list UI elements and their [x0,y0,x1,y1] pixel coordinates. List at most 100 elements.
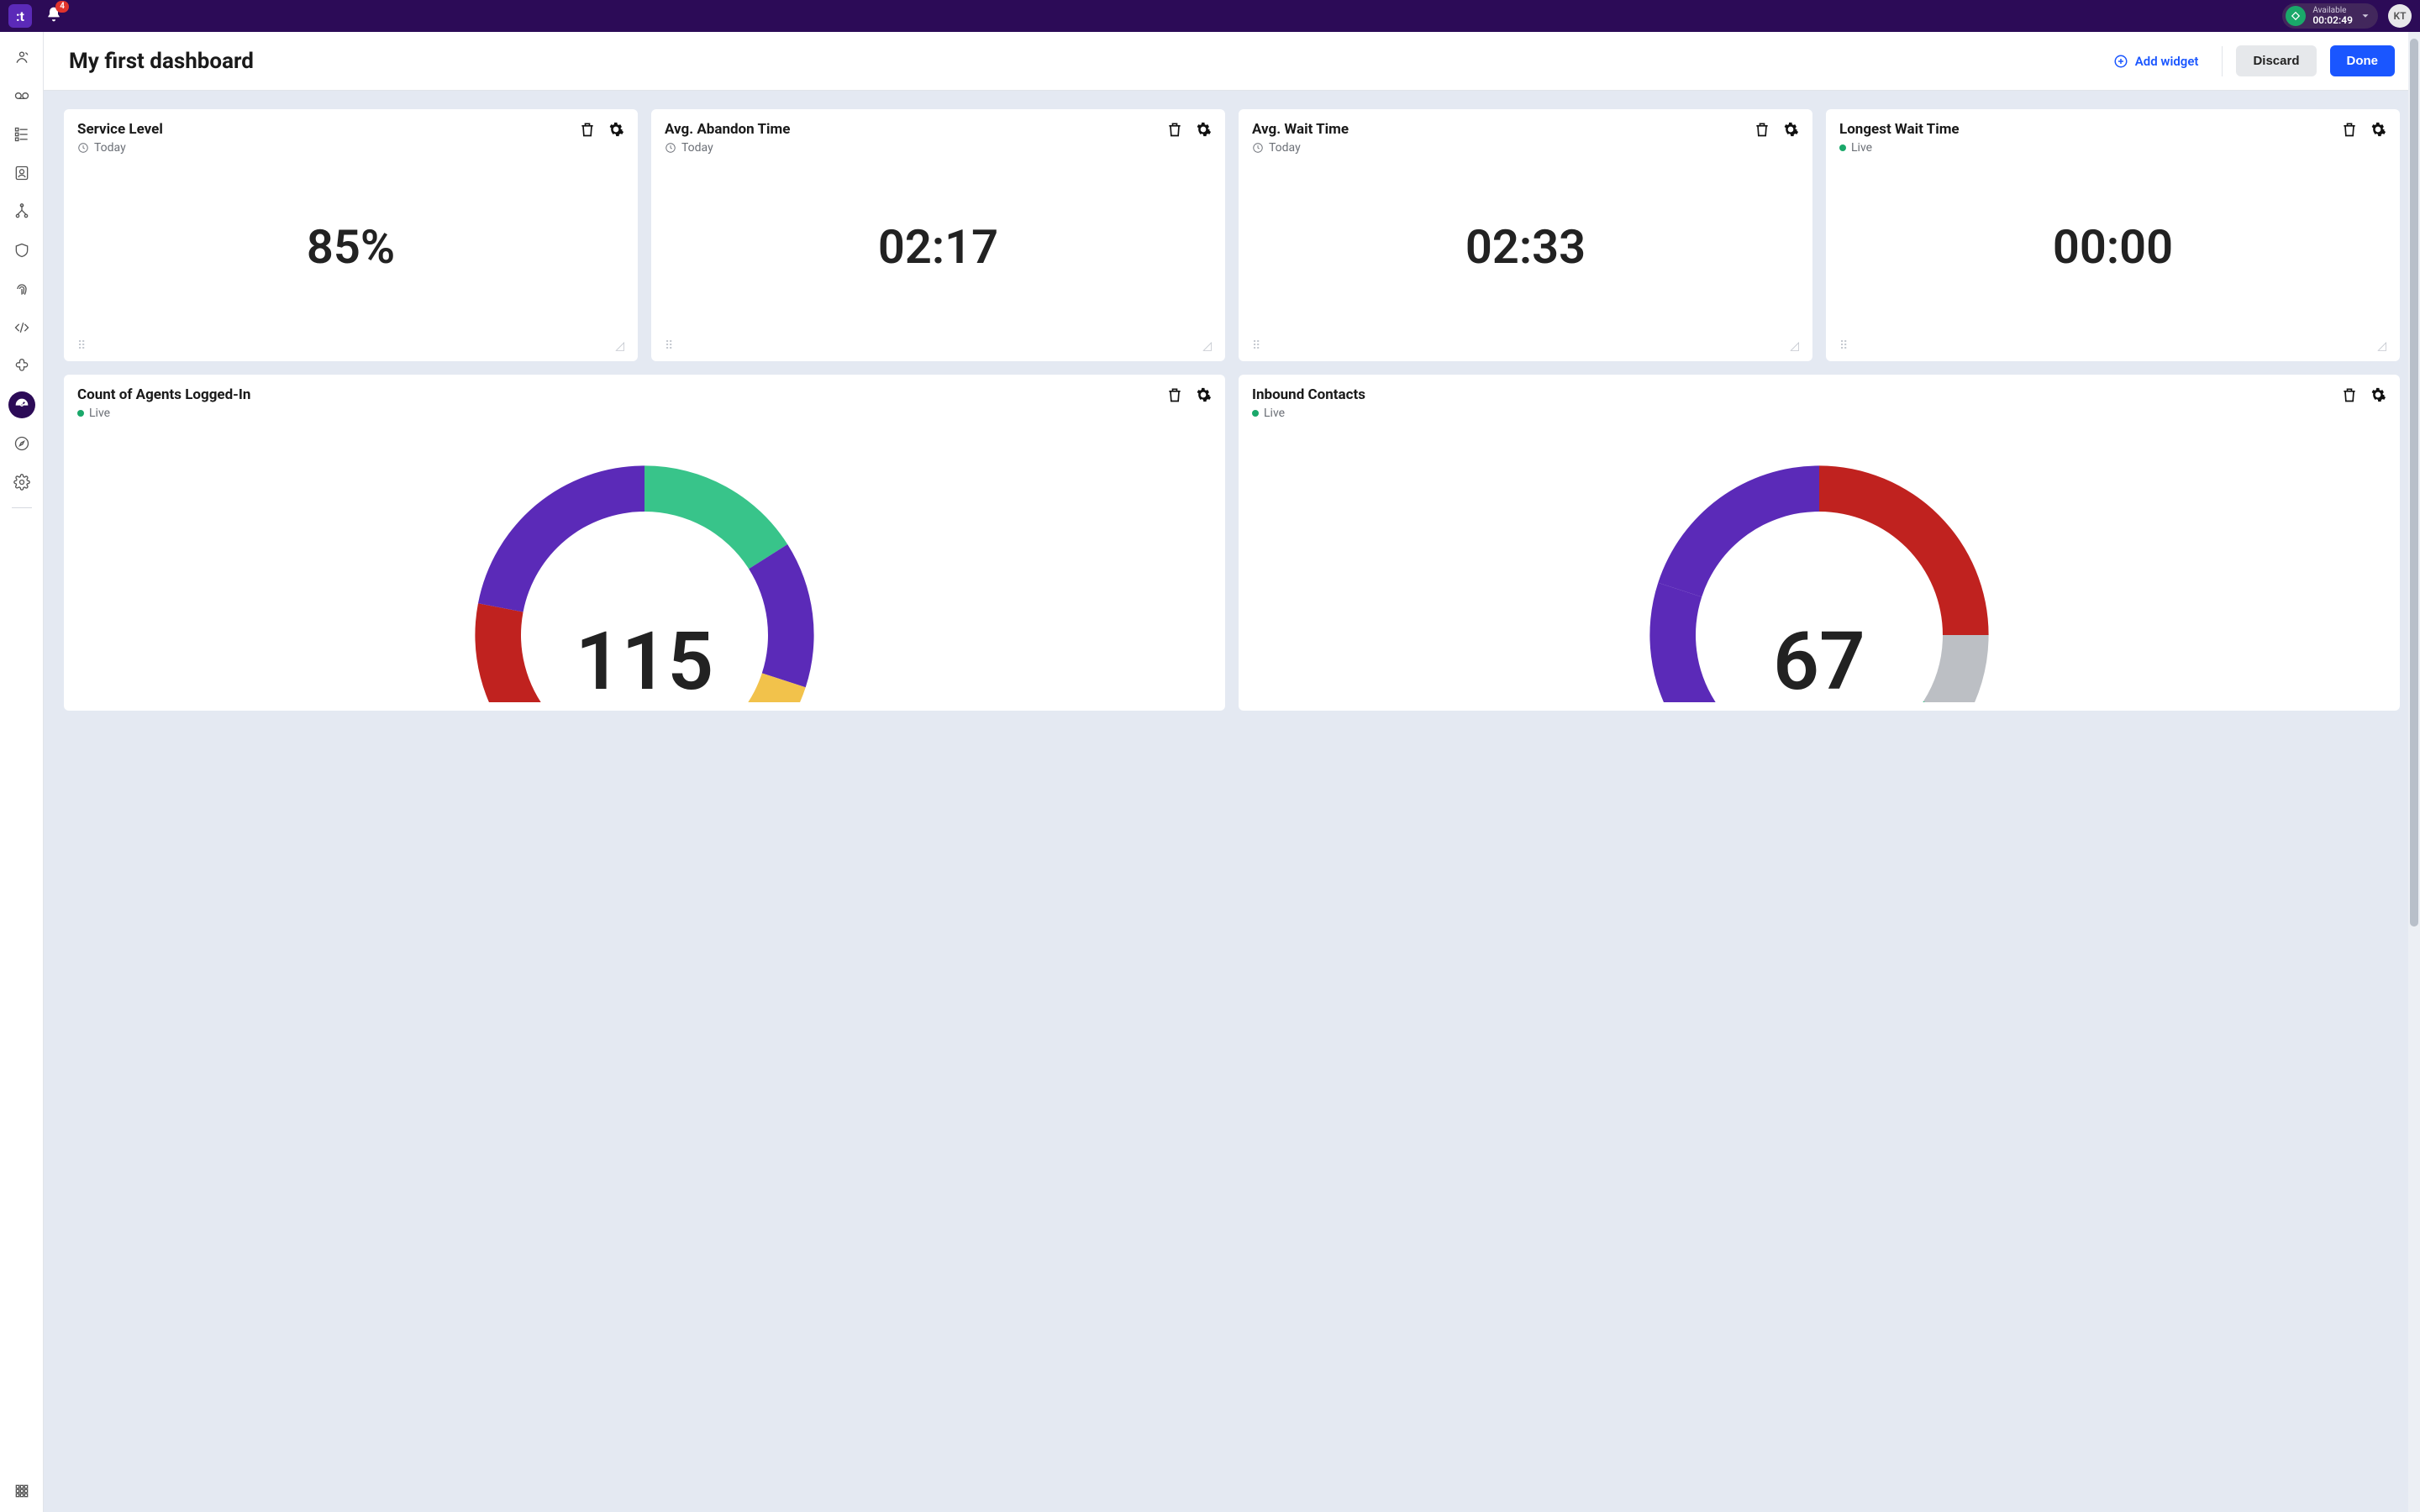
widget-title: Avg. Wait Time [1252,121,1754,138]
clock-icon [77,142,89,154]
sidenav [0,32,44,1512]
widget-period: Today [681,141,713,155]
trash-icon [1166,121,1183,138]
agent-status-dropdown[interactable]: Available 00:02:49 [2282,3,2378,29]
trash-icon [2341,386,2358,403]
add-widget-label: Add widget [2135,54,2199,69]
nav-agent-icon[interactable] [8,44,35,71]
nav-compass-icon[interactable] [8,430,35,457]
resize-handle-icon[interactable]: ◿ [1202,339,1212,353]
widget-period: Today [94,141,126,155]
nav-integration-icon[interactable] [8,353,35,380]
nav-code-icon[interactable] [8,314,35,341]
widget-settings-button[interactable] [608,121,624,138]
divider [2222,46,2223,76]
nav-fingerprint-icon[interactable] [8,276,35,302]
nav-shield-icon[interactable] [8,237,35,264]
nav-flow-icon[interactable] [8,121,35,148]
donut-segment [478,465,644,612]
widget-metric-value: 85% [77,155,624,339]
widget-avg-wait-time: Avg. Wait Time Today [1239,109,1812,361]
widget-title: Longest Wait Time [1839,121,2341,138]
nav-voicemail-icon[interactable] [8,82,35,109]
drag-handle-icon[interactable]: ⠿ [1839,339,1848,353]
nav-settings-icon[interactable] [8,469,35,496]
donut-segment [1923,635,1988,702]
widget-title: Inbound Contacts [1252,386,2341,403]
done-button[interactable]: Done [2330,45,2396,76]
widget-longest-wait-time: Longest Wait Time Live [1826,109,2400,361]
clock-icon [665,142,676,154]
widget-settings-button[interactable] [2370,121,2386,138]
gear-icon [2370,386,2386,403]
trash-icon [1754,121,1770,138]
notification-count-badge: 4 [55,1,69,13]
widget-settings-button[interactable] [1195,121,1212,138]
widget-period: Live [1851,141,1872,155]
widget-metric-value: 02:17 [665,155,1212,339]
drag-handle-icon[interactable]: ⠿ [77,339,86,353]
notifications-button[interactable]: 4 [45,6,62,26]
drag-handle-icon[interactable]: ⠿ [665,339,673,353]
live-dot-icon [1252,410,1259,417]
widget-delete-button[interactable] [2341,121,2358,138]
widget-title: Avg. Abandon Time [665,121,1166,138]
widget-delete-button[interactable] [579,121,596,138]
gear-icon [2370,121,2386,138]
page-header: My first dashboard Add widget Discard Do… [44,32,2420,91]
gear-icon [1195,386,1212,403]
resize-handle-icon[interactable]: ◿ [1790,339,1799,353]
widget-delete-button[interactable] [1166,386,1183,403]
widget-settings-button[interactable] [2370,386,2386,403]
live-dot-icon [1839,144,1846,151]
app-logo[interactable]: :t [8,4,32,28]
gear-icon [608,121,624,138]
widget-metric-value: 02:33 [1252,155,1799,339]
nav-contact-icon[interactable] [8,160,35,186]
widget-inbound-contacts: Inbound Contacts Live [1239,375,2400,711]
nav-apps-icon[interactable] [8,1485,35,1512]
widget-title: Service Level [77,121,579,138]
widget-avg-abandon-time: Avg. Abandon Time Today [651,109,1225,361]
plus-circle-icon [2113,54,2128,69]
discard-button[interactable]: Discard [2236,45,2316,76]
resize-handle-icon[interactable]: ◿ [2377,339,2386,353]
add-widget-button[interactable]: Add widget [2103,47,2209,76]
chevron-down-icon [2360,10,2371,22]
trash-icon [1166,386,1183,403]
widget-delete-button[interactable] [2341,386,2358,403]
gear-icon [1782,121,1799,138]
widget-title: Count of Agents Logged-In [77,386,1166,403]
clock-icon [1252,142,1264,154]
drag-handle-icon[interactable]: ⠿ [1252,339,1260,353]
widget-settings-button[interactable] [1782,121,1799,138]
avatar[interactable]: KT [2388,4,2412,28]
status-timer: 00:02:49 [2312,15,2353,26]
topbar: :t 4 Available 00:02:49 KT [0,0,2420,32]
gear-icon [1195,121,1212,138]
widget-service-level: Service Level Today [64,109,638,361]
scrollbar-vertical[interactable] [2408,32,2420,1512]
widget-delete-button[interactable] [1754,121,1770,138]
trash-icon [2341,121,2358,138]
live-dot-icon [77,410,84,417]
donut-segment [644,465,787,569]
page-title: My first dashboard [69,49,254,74]
donut-segment [749,544,813,687]
widget-metric-value: 00:00 [1839,155,2386,339]
widget-settings-button[interactable] [1195,386,1212,403]
donut-segment [1658,465,1819,596]
nav-routes-icon[interactable] [8,198,35,225]
widget-delete-button[interactable] [1166,121,1183,138]
scrollbar-thumb[interactable] [2410,39,2418,927]
donut-segment [1819,465,1989,635]
status-text: Available 00:02:49 [2312,6,2353,26]
widget-agents-logged-in: Count of Agents Logged-In Live [64,375,1225,711]
donut-center-value: 67 [1773,622,1865,702]
donut-center-value: 115 [576,622,714,702]
widget-period: Live [89,407,110,420]
widget-period: Live [1264,407,1285,420]
nav-dashboard-icon[interactable] [8,391,35,418]
dashboard-board: Service Level Today [44,91,2420,1512]
resize-handle-icon[interactable]: ◿ [615,339,624,353]
